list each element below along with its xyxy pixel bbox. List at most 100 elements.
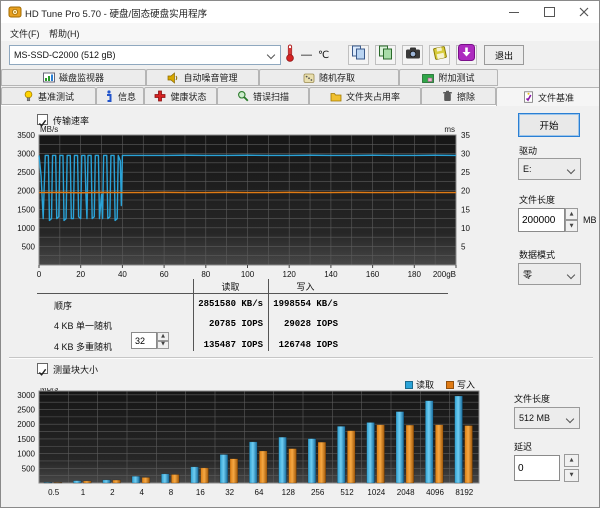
tab-random-access[interactable]: 随机存取 [259,69,399,86]
read-column-header: 读取 [221,282,240,292]
drive-select[interactable]: MS-SSD-C2000 (512 gB) [9,45,281,65]
svg-text:32: 32 [225,488,234,497]
update-button[interactable] [456,44,477,66]
svg-text:35: 35 [461,131,470,140]
svg-text:0.5: 0.5 [48,488,60,497]
svg-text:8: 8 [169,488,174,497]
queue-depth-spinner[interactable]: ▲ ▼ [157,332,169,349]
save-disk-icon [432,45,448,66]
tab-label: 自动噪音管理 [183,73,238,83]
file-benchmark-panel: 传输速率 0 20 40 60 80 100 120 140 160 180 200gB 500 100… [1,105,599,507]
svg-text:MB/s: MB/s [40,125,58,134]
svg-text:20: 20 [76,270,85,279]
temperature-unit: ℃ [318,49,330,61]
file-benchmark-icon [523,91,534,103]
spin-up-icon[interactable]: ▲ [564,454,579,467]
svg-text:30: 30 [461,150,470,159]
delay-input[interactable] [514,455,560,481]
svg-text:2048: 2048 [397,488,415,497]
spin-down-icon[interactable]: ▼ [157,340,169,349]
svg-text:25: 25 [461,168,470,177]
tab-disk-monitor[interactable]: 磁盘监视器 [1,69,146,86]
chevron-down-icon [566,165,576,175]
svg-text:16: 16 [196,488,205,497]
start-button-label: 开始 [539,121,559,132]
tab-strip: 磁盘监视器 自动噪音管理 随机存取 附加测试 基准测试 信息 健康状态 错误扫描… [1,69,599,106]
tab-file-benchmark[interactable]: 文件基准 [496,87,599,106]
svg-text:160: 160 [366,270,380,279]
file-length2-combo[interactable]: 512 MB [514,407,580,429]
copy-report-icon [378,45,393,65]
svg-text:2: 2 [110,488,115,497]
screenshot-button[interactable] [402,45,423,65]
tab-extra-tests[interactable]: 附加测试 [399,69,498,86]
svg-text:128: 128 [282,488,296,497]
spin-up-icon[interactable]: ▲ [157,332,169,341]
svg-text:10: 10 [461,224,470,233]
check-icon [38,368,47,376]
block-size-checkbox[interactable] [37,363,48,376]
file-length-input[interactable] [518,208,565,232]
tab-label: 错误扫描 [252,91,289,102]
minimize-button[interactable] [499,1,529,23]
4k-single-read-value: 20785 IOPS [208,319,263,329]
data-pattern-combo[interactable]: 零 [518,263,581,285]
svg-text:3500: 3500 [17,131,35,140]
delay-spinner[interactable]: ▲ ▼ [564,454,579,482]
queue-depth-input[interactable] [131,332,157,349]
extra-tests-icon [422,72,435,84]
file-length-spinner[interactable]: ▲ ▼ [565,208,578,232]
svg-text:ms: ms [444,125,455,134]
maximize-button[interactable] [534,1,564,23]
drive-combo[interactable]: E: [518,158,581,180]
spin-up-icon[interactable]: ▲ [565,208,578,220]
tab-error-scan[interactable]: 错误扫描 [217,87,309,105]
start-button[interactable]: 开始 [518,113,580,137]
tab-erase[interactable]: 擦除 [421,87,496,105]
temperature-value: — [301,49,312,61]
tab-label: 磁盘监视器 [58,73,104,83]
drive-label: 驱动 [519,146,538,156]
tab-label: 随机存取 [318,73,355,83]
4k-single-write-value: 29028 IOPS [283,319,338,329]
transfer-rate-chart: 0 20 40 60 80 100 120 140 160 180 200gB 500 1000 1500… [17,125,470,279]
title-bar: HD Tune Pro 5.70 - 硬盘/固态硬盘实用程序 [1,1,599,23]
tab-health[interactable]: 健康状态 [144,87,217,105]
thermometer-icon[interactable] [285,44,295,67]
tab-label: 文件夹占用率 [345,91,400,102]
svg-text:MB/s: MB/s [40,388,58,393]
svg-text:180: 180 [408,270,422,279]
close-button[interactable] [569,1,599,23]
tab-auto-acoustic[interactable]: 自动噪音管理 [146,69,259,86]
copy-button[interactable] [348,45,369,65]
folder-icon [330,91,342,102]
tab-label: 信息 [117,91,136,102]
tab-benchmark[interactable]: 基准测试 [1,87,96,105]
lightbulb-icon [23,90,34,102]
speaker-icon [167,71,179,84]
file-length2-value: 512 MB [519,413,551,423]
svg-text:80: 80 [201,270,210,279]
app-window: HD Tune Pro 5.70 - 硬盘/固态硬盘实用程序 文件(F) 帮助(… [0,0,600,508]
spin-down-icon[interactable]: ▼ [565,220,578,232]
drive-combo-value: E: [523,164,532,174]
svg-text:4096: 4096 [426,488,444,497]
save-button[interactable] [429,45,450,65]
menu-file[interactable]: 文件(F) [6,26,44,41]
svg-text:15: 15 [461,205,470,214]
exit-button[interactable]: 退出 [484,45,524,65]
download-icon [458,44,475,66]
data-pattern-value: 零 [523,269,533,280]
info-icon [104,90,114,102]
row-4k-multi-label: 4 KB 多重随机 [54,342,113,352]
drive-select-value: MS-SSD-C2000 (512 gB) [14,50,116,60]
spin-down-icon[interactable]: ▼ [564,469,579,482]
tab-info[interactable]: 信息 [96,87,144,105]
disk-monitor-icon [42,72,55,84]
dice-icon [303,72,315,84]
svg-text:256: 256 [311,488,325,497]
copy-results-button[interactable] [375,45,396,65]
menu-help[interactable]: 帮助(H) [45,26,84,41]
svg-text:1000: 1000 [17,450,35,459]
tab-folder-usage[interactable]: 文件夹占用率 [309,87,421,105]
